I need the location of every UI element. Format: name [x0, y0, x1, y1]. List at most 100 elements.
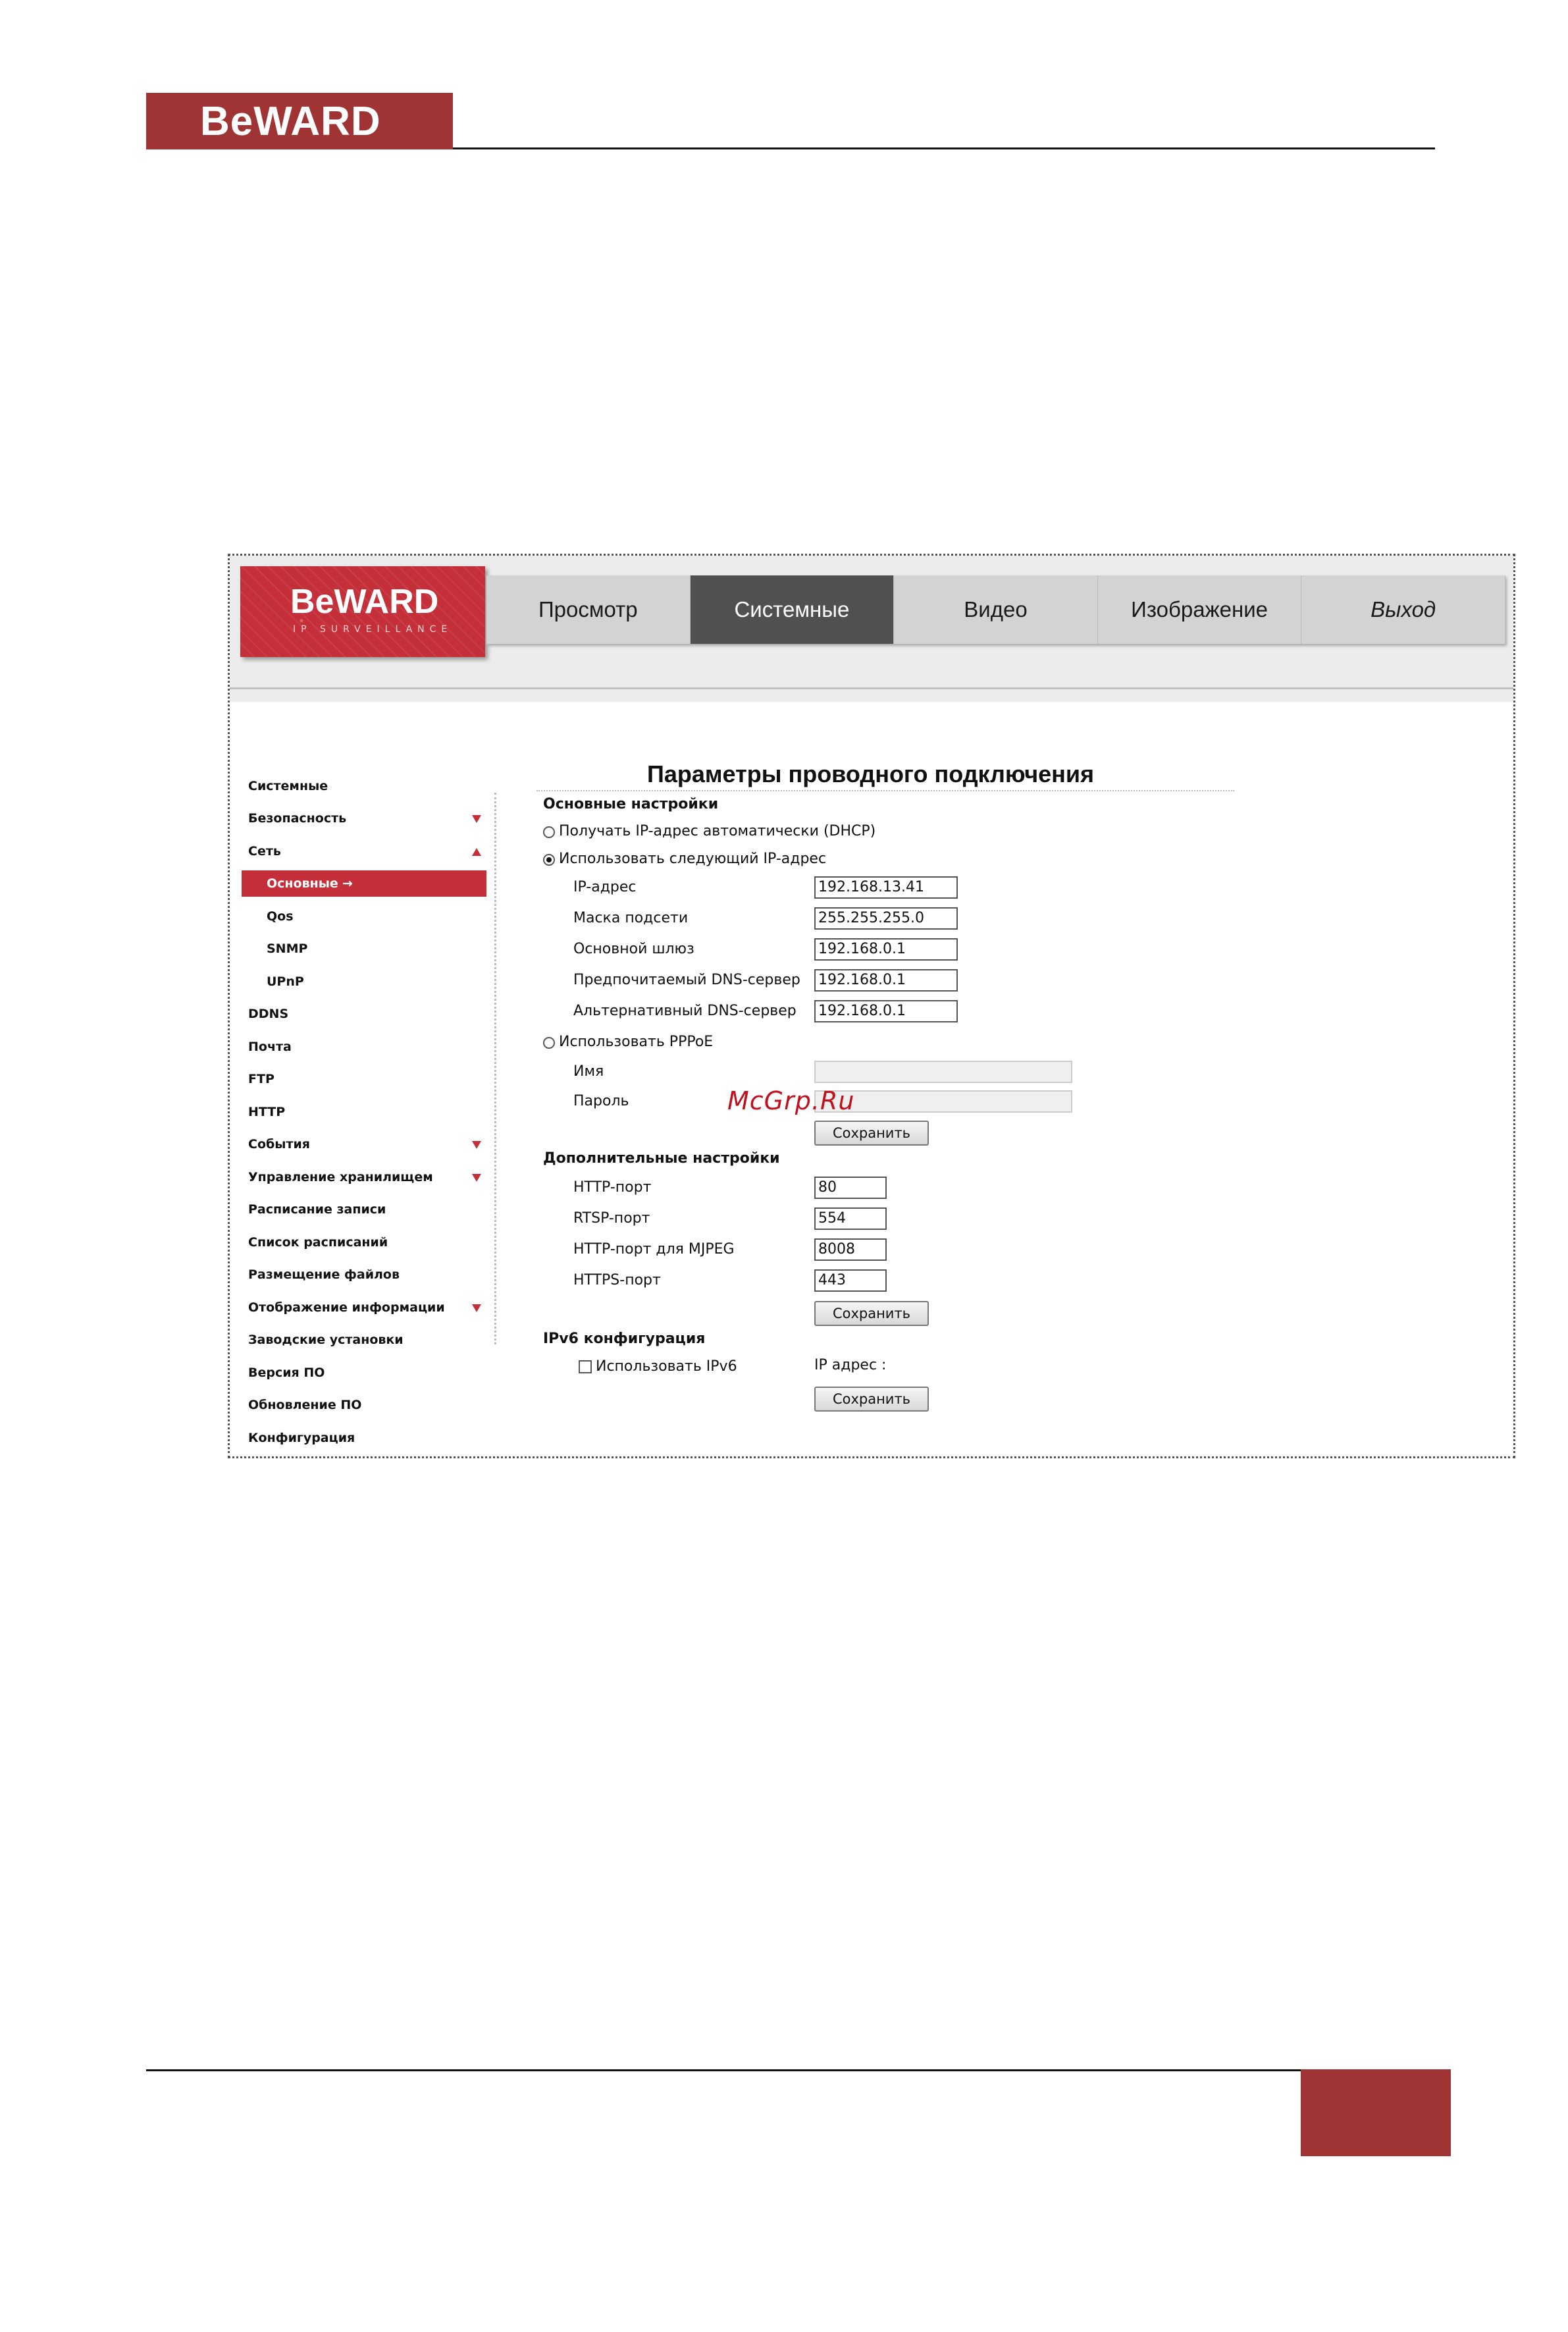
- sidebar-item-label: UPnP: [267, 974, 304, 989]
- sidebar-item-ddns[interactable]: DDNS: [248, 1001, 486, 1027]
- rtsp-port-label: RTSP-порт: [573, 1210, 650, 1227]
- ipv6-checkbox-label: Использовать IPv6: [596, 1358, 737, 1375]
- expand-arrow-icon: [472, 815, 481, 823]
- sidebar-item-label: HTTP: [248, 1105, 286, 1119]
- alternate-dns-label: Альтернативный DNS-сервер: [573, 1003, 797, 1019]
- title-divider: [536, 790, 1234, 791]
- sidebar-item-label: FTP: [248, 1072, 274, 1086]
- main-tabs: Просмотр Системные Видео Изображение Вых…: [486, 575, 1505, 644]
- camera-logo-brand: BeWARD: [290, 583, 439, 621]
- sidebar-item-firmware-version[interactable]: Версия ПО: [248, 1360, 486, 1386]
- advanced-settings-heading: Дополнительные настройки: [543, 1150, 780, 1167]
- pppoe-password-label: Пароль: [573, 1093, 629, 1109]
- static-ip-label: Использовать следующий IP-адрес: [559, 851, 827, 867]
- mjpeg-port-input[interactable]: 8008: [814, 1238, 887, 1261]
- top-bar-divider: [230, 687, 1513, 689]
- ipv6-checkbox[interactable]: [579, 1360, 592, 1373]
- basic-settings-heading: Основные настройки: [543, 796, 719, 812]
- ipv6-heading: IPv6 конфигурация: [543, 1331, 706, 1347]
- sidebar-item-events[interactable]: События: [248, 1131, 486, 1157]
- gateway-label: Основной шлюз: [573, 941, 694, 957]
- sidebar-item-record-schedule[interactable]: Расписание записи: [248, 1196, 486, 1223]
- sidebar-item-label: Системные: [248, 779, 328, 793]
- collapse-arrow-icon: [472, 848, 481, 856]
- sidebar-item-label: Обновление ПО: [248, 1398, 362, 1412]
- save-ipv6-button[interactable]: Сохранить: [814, 1387, 929, 1412]
- footer-rule: [146, 2069, 1301, 2071]
- arrow-right-icon: →: [342, 876, 353, 891]
- header-rule: [453, 147, 1435, 149]
- sidebar-item-label: Расписание записи: [248, 1202, 386, 1217]
- ipv6-ip-label: IP адрес :: [814, 1357, 887, 1373]
- sidebar-item-label: Управление хранилищем: [248, 1170, 433, 1184]
- sidebar-item-firmware-update[interactable]: Обновление ПО: [248, 1392, 486, 1418]
- sidebar-item-basic[interactable]: Основные →: [242, 870, 486, 897]
- sidebar-item-security[interactable]: Безопасность: [248, 805, 486, 832]
- tab-video[interactable]: Видео: [894, 575, 1098, 644]
- sidebar-item-configuration[interactable]: Конфигурация: [248, 1425, 486, 1451]
- sidebar-item-upnp[interactable]: UPnP: [267, 968, 486, 995]
- sidebar-divider: [494, 793, 496, 1344]
- sidebar-item-label: Версия ПО: [248, 1365, 325, 1380]
- static-ip-radio[interactable]: [543, 854, 555, 866]
- sidebar-item-schedule-list[interactable]: Список расписаний: [248, 1229, 486, 1256]
- sidebar-item-label: Отображение информации: [248, 1300, 445, 1315]
- camera-logo-tagline: IP SURVEILLANCE: [293, 624, 453, 635]
- subnet-mask-input[interactable]: 255.255.255.0: [814, 907, 958, 930]
- footer-block: [1301, 2069, 1451, 2156]
- sidebar-item-label: Размещение файлов: [248, 1267, 400, 1282]
- expand-arrow-icon: [472, 1141, 481, 1149]
- mjpeg-port-label: HTTP-порт для MJPEG: [573, 1241, 735, 1258]
- expand-arrow-icon: [472, 1174, 481, 1182]
- camera-logo: BeWARD IP SURVEILLANCE: [240, 566, 485, 657]
- pppoe-radio[interactable]: [543, 1037, 555, 1049]
- pppoe-label: Использовать PPPoE: [559, 1034, 714, 1050]
- camera-web-ui-screenshot: BeWARD IP SURVEILLANCE Просмотр Системны…: [228, 554, 1515, 1458]
- http-port-input[interactable]: 80: [814, 1177, 887, 1199]
- tab-image[interactable]: Изображение: [1098, 575, 1302, 644]
- sidebar-item-label: DDNS: [248, 1007, 289, 1021]
- https-port-input[interactable]: 443: [814, 1269, 887, 1292]
- sidebar-item-label: Сеть: [248, 844, 281, 859]
- pppoe-name-input[interactable]: [814, 1061, 1072, 1083]
- save-advanced-button[interactable]: Сохранить: [814, 1301, 929, 1326]
- dhcp-label: Получать IP-адрес автоматически (DHCP): [559, 823, 876, 839]
- preferred-dns-label: Предпочитаемый DNS-сервер: [573, 972, 800, 988]
- dhcp-radio[interactable]: [543, 826, 555, 838]
- site-watermark-text: McGrp.Ru: [727, 1086, 855, 1115]
- tab-logout[interactable]: Выход: [1301, 575, 1505, 644]
- sidebar-item-file-location[interactable]: Размещение файлов: [248, 1261, 486, 1288]
- sidebar-item-snmp[interactable]: SNMP: [267, 936, 486, 962]
- sidebar-item-label: Основные: [267, 876, 338, 891]
- sidebar-item-storage[interactable]: Управление хранилищем: [248, 1164, 486, 1190]
- sidebar-item-qos[interactable]: Qos: [267, 903, 486, 930]
- sidebar-item-system[interactable]: Системные: [248, 773, 486, 799]
- sidebar-item-label: Заводские установки: [248, 1333, 404, 1347]
- sidebar-item-network[interactable]: Сеть: [248, 838, 486, 864]
- sidebar-item-mail[interactable]: Почта: [248, 1034, 486, 1060]
- https-port-label: HTTPS-порт: [573, 1272, 661, 1288]
- sidebar-item-http[interactable]: HTTP: [248, 1099, 486, 1125]
- expand-arrow-icon: [472, 1304, 481, 1312]
- sidebar-item-label: SNMP: [267, 941, 308, 956]
- gateway-input[interactable]: 192.168.0.1: [814, 938, 958, 961]
- ip-address-input[interactable]: 192.168.13.41: [814, 876, 958, 899]
- sidebar-item-label: Список расписаний: [248, 1235, 388, 1250]
- rtsp-port-input[interactable]: 554: [814, 1207, 887, 1230]
- save-basic-button[interactable]: Сохранить: [814, 1121, 929, 1146]
- sidebar-item-factory-defaults[interactable]: Заводские установки: [248, 1327, 486, 1353]
- ip-address-label: IP-адрес: [573, 879, 637, 895]
- tab-view[interactable]: Просмотр: [486, 575, 691, 644]
- sidebar-item-label: Почта: [248, 1040, 292, 1054]
- alternate-dns-input[interactable]: 192.168.0.1: [814, 1000, 958, 1022]
- http-port-label: HTTP-порт: [573, 1179, 652, 1196]
- preferred-dns-input[interactable]: 192.168.0.1: [814, 969, 958, 992]
- sidebar-item-label: Безопасность: [248, 811, 347, 826]
- page-title: Параметры проводного подключения: [647, 760, 1095, 787]
- sidebar-item-info-display[interactable]: Отображение информации: [248, 1294, 486, 1321]
- pppoe-name-label: Имя: [573, 1063, 604, 1080]
- sidebar-item-ftp[interactable]: FTP: [248, 1066, 486, 1092]
- tab-system[interactable]: Системные: [690, 575, 895, 644]
- sidebar-item-label: Qos: [267, 909, 294, 924]
- sidebar-item-label: Конфигурация: [248, 1431, 355, 1445]
